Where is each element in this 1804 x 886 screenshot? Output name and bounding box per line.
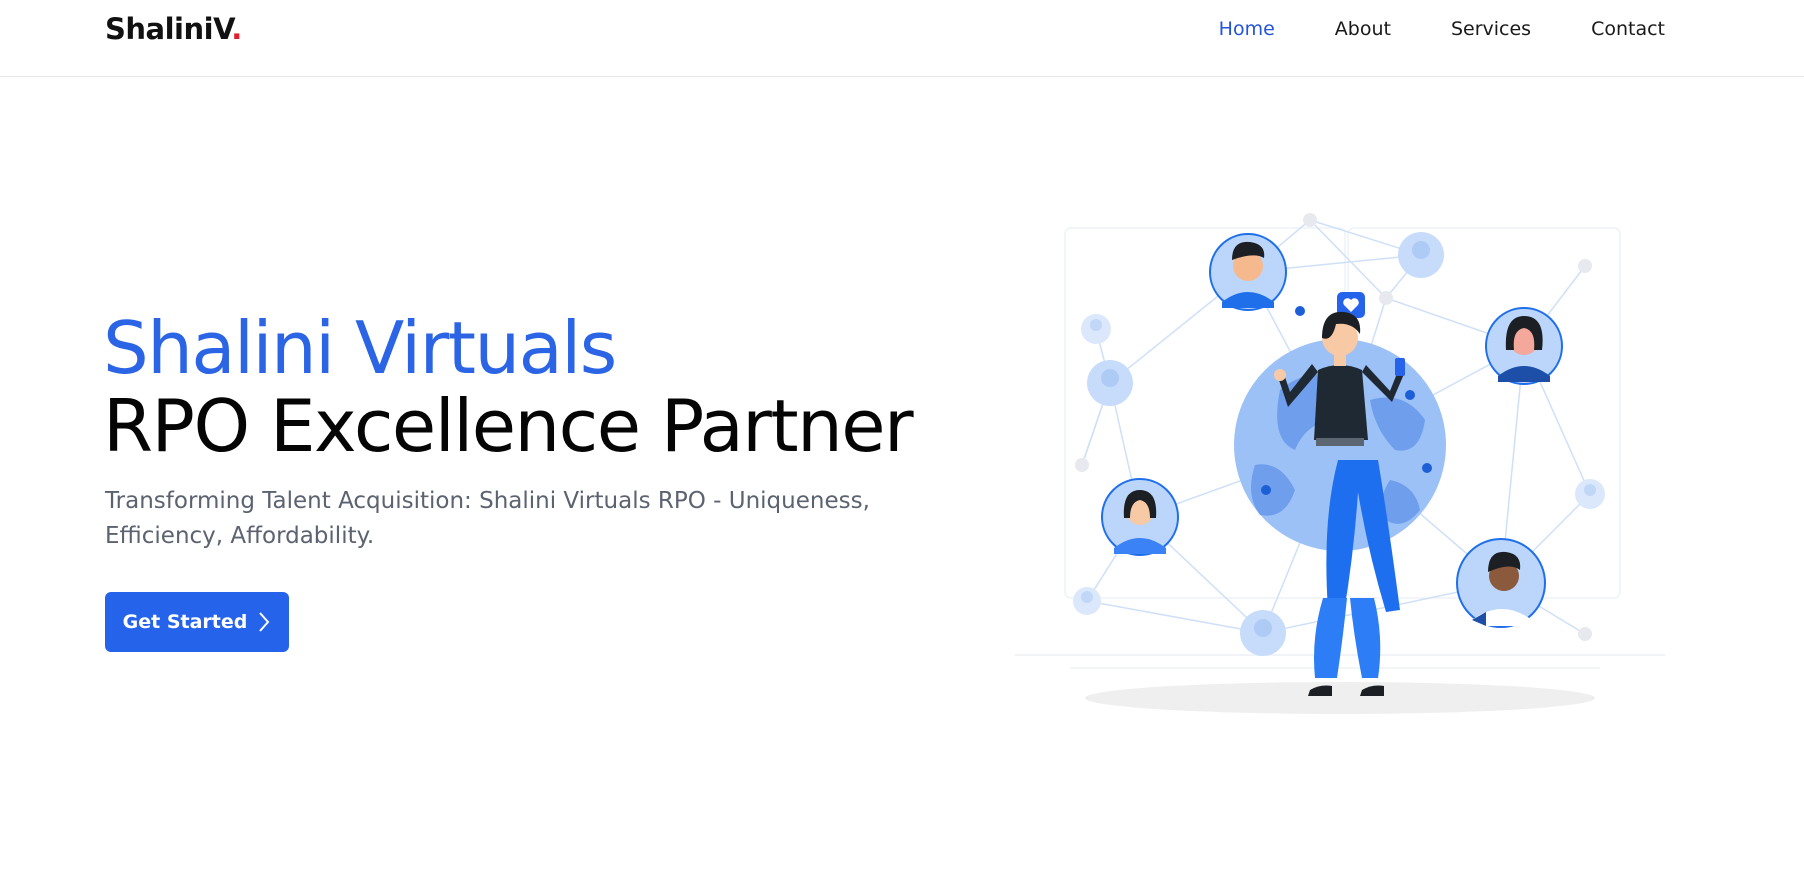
chevron-right-icon (259, 612, 270, 632)
get-started-label: Get Started (122, 611, 248, 633)
hero-title-secondary: RPO Excellence Partner (103, 384, 914, 468)
get-started-button[interactable]: Get Started (105, 592, 289, 652)
people-network-globe-illustration (1015, 213, 1665, 714)
nav-link-home[interactable]: Home (1219, 17, 1275, 41)
hero-subtitle: Transforming Talent Acquisition: Shalini… (105, 488, 870, 549)
site-header: ShaliniV. Home About Services Contact (0, 0, 1804, 77)
brand-name: ShaliniV (105, 12, 232, 46)
main-nav: Home About Services Contact (1159, 17, 1665, 41)
nav-link-contact[interactable]: Contact (1591, 17, 1665, 41)
brand-dot: . (231, 12, 242, 46)
hero-title-primary: Shalini Virtuals (103, 306, 617, 390)
brand-logo[interactable]: ShaliniV. (105, 12, 242, 46)
nav-link-about[interactable]: About (1335, 17, 1391, 41)
nav-link-services[interactable]: Services (1451, 17, 1531, 41)
